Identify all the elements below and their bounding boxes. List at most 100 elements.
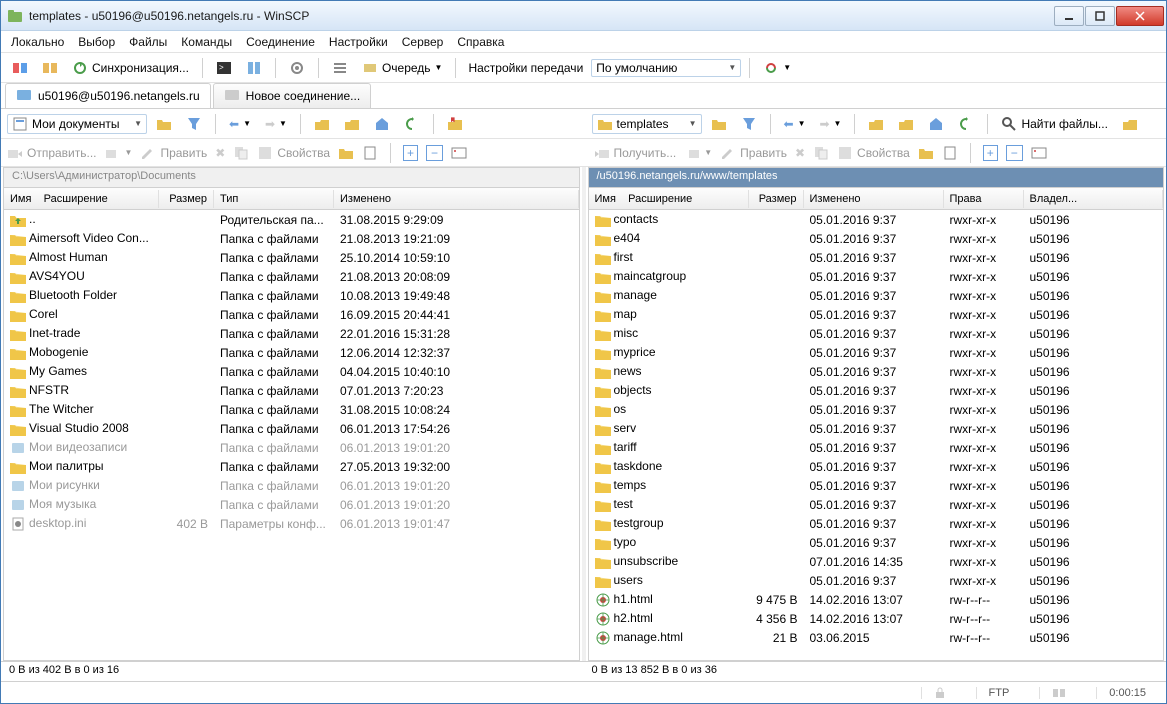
local-dir-combo[interactable]: Мои документы▼ bbox=[7, 114, 147, 134]
options-button[interactable] bbox=[284, 57, 310, 79]
new-file-remote-button[interactable] bbox=[942, 145, 958, 161]
send-button[interactable]: Отправить... bbox=[7, 145, 97, 161]
minus-local-button[interactable]: − bbox=[426, 145, 443, 161]
table-row[interactable]: temps05.01.2016 9:37rwxr-xr-xu50196 bbox=[589, 476, 1164, 495]
table-row[interactable]: map05.01.2016 9:37rwxr-xr-xu50196 bbox=[589, 305, 1164, 324]
maximize-button[interactable] bbox=[1085, 6, 1115, 26]
table-row[interactable]: Aimersoft Video Con...Папка с файлами21.… bbox=[4, 229, 579, 248]
terminal-remote-button[interactable] bbox=[1031, 145, 1047, 161]
table-row[interactable]: taskdone05.01.2016 9:37rwxr-xr-xu50196 bbox=[589, 457, 1164, 476]
remote-root-button[interactable] bbox=[893, 113, 919, 135]
table-row[interactable]: AVS4YOUПапка с файлами21.08.2013 20:08:0… bbox=[4, 267, 579, 286]
table-row[interactable]: h2.html4 356 B14.02.2016 13:07rw-r--r--u… bbox=[589, 609, 1164, 628]
table-row[interactable]: objects05.01.2016 9:37rwxr-xr-xu50196 bbox=[589, 381, 1164, 400]
rcol-name[interactable]: Имя bbox=[595, 193, 616, 205]
table-row[interactable]: manage05.01.2016 9:37rwxr-xr-xu50196 bbox=[589, 286, 1164, 305]
rcol-owner[interactable]: Владел... bbox=[1024, 190, 1164, 208]
find-files-button[interactable]: Найти файлы... bbox=[996, 113, 1112, 135]
col-changed[interactable]: Изменено bbox=[334, 190, 579, 208]
table-row[interactable]: CorelПапка с файлами16.09.2015 20:44:41 bbox=[4, 305, 579, 324]
table-row[interactable]: contacts05.01.2016 9:37rwxr-xr-xu50196 bbox=[589, 210, 1164, 229]
remote-refresh-button[interactable] bbox=[953, 113, 979, 135]
props-remote-button[interactable]: Свойства bbox=[837, 145, 910, 161]
minus-remote-button[interactable]: − bbox=[1006, 145, 1023, 161]
table-row[interactable]: desktop.ini402 BПараметры конф...06.01.2… bbox=[4, 514, 579, 533]
session-tab[interactable]: u50196@u50196.netangels.ru bbox=[5, 83, 211, 108]
local-back-button[interactable]: ⬅ ▼ bbox=[224, 114, 256, 134]
table-row[interactable]: Inet-tradeПапка с файлами22.01.2016 15:3… bbox=[4, 324, 579, 343]
menu-Настройки[interactable]: Настройки bbox=[329, 35, 388, 49]
synchronize-button[interactable]: Синхронизация... bbox=[67, 57, 194, 79]
new-folder-remote-button[interactable] bbox=[918, 145, 934, 161]
close-button[interactable] bbox=[1116, 6, 1164, 26]
table-row[interactable]: misc05.01.2016 9:37rwxr-xr-xu50196 bbox=[589, 324, 1164, 343]
table-row[interactable]: unsubscribe07.01.2016 14:35rwxr-xr-xu501… bbox=[589, 552, 1164, 571]
table-row[interactable]: MobogenieПапка с файлами12.06.2014 12:32… bbox=[4, 343, 579, 362]
menu-Файлы[interactable]: Файлы bbox=[129, 35, 167, 49]
local-bookmark-button[interactable] bbox=[442, 113, 468, 135]
plus-remote-button[interactable]: + bbox=[983, 145, 998, 161]
delete-remote-button[interactable]: ✖ bbox=[795, 146, 805, 160]
table-row[interactable]: Мои палитрыПапка с файлами27.05.2013 19:… bbox=[4, 457, 579, 476]
rcol-changed[interactable]: Изменено bbox=[804, 190, 944, 208]
queue-list-button[interactable] bbox=[327, 57, 353, 79]
table-row[interactable]: news05.01.2016 9:37rwxr-xr-xu50196 bbox=[589, 362, 1164, 381]
table-row[interactable]: Моя музыкаПапка с файлами06.01.2013 19:0… bbox=[4, 495, 579, 514]
remote-file-list[interactable]: Имя Расширение Размер Изменено Права Вла… bbox=[589, 188, 1164, 660]
terminal-local-button[interactable] bbox=[451, 145, 467, 161]
rcol-ext[interactable]: Расширение bbox=[628, 193, 692, 205]
edit-remote-button[interactable]: Править bbox=[720, 145, 787, 161]
menu-Локально[interactable]: Локально bbox=[11, 35, 64, 49]
table-row[interactable]: test05.01.2016 9:37rwxr-xr-xu50196 bbox=[589, 495, 1164, 514]
menu-Сервер[interactable]: Сервер bbox=[402, 35, 444, 49]
new-session-tab[interactable]: Новое соединение... bbox=[213, 83, 372, 108]
table-row[interactable]: manage.html21 B03.06.2015rw-r--r--u50196 bbox=[589, 628, 1164, 647]
commander-button[interactable] bbox=[241, 57, 267, 79]
local-dup-button[interactable] bbox=[233, 145, 249, 161]
local-filter-button[interactable] bbox=[181, 113, 207, 135]
local-refresh-button[interactable] bbox=[399, 113, 425, 135]
edit-local-button[interactable]: Править bbox=[140, 145, 207, 161]
table-row[interactable]: My GamesПапка с файлами04.04.2015 10:40:… bbox=[4, 362, 579, 381]
col-ext[interactable]: Расширение bbox=[44, 193, 108, 205]
menu-Команды[interactable]: Команды bbox=[181, 35, 232, 49]
col-size[interactable]: Размер bbox=[159, 190, 214, 208]
local-file-list[interactable]: Имя Расширение Размер Тип Изменено ..Род… bbox=[4, 188, 579, 660]
local-home-button[interactable] bbox=[369, 113, 395, 135]
remote-up-button[interactable] bbox=[863, 113, 889, 135]
pane-splitter[interactable] bbox=[582, 167, 586, 661]
table-row[interactable]: os05.01.2016 9:37rwxr-xr-xu50196 bbox=[589, 400, 1164, 419]
transfer-preset-combo[interactable]: По умолчанию▼ bbox=[591, 59, 741, 77]
table-row[interactable]: serv05.01.2016 9:37rwxr-xr-xu50196 bbox=[589, 419, 1164, 438]
props-local-button[interactable]: Свойства bbox=[257, 145, 330, 161]
remote-bookmark-button[interactable] bbox=[1117, 113, 1143, 135]
queue-button[interactable]: Очередь ▼ bbox=[357, 57, 448, 79]
table-row[interactable]: Мои видеозаписиПапка с файлами06.01.2013… bbox=[4, 438, 579, 457]
local-open-button[interactable] bbox=[151, 113, 177, 135]
plus-local-button[interactable]: + bbox=[403, 145, 418, 161]
table-row[interactable]: testgroup05.01.2016 9:37rwxr-xr-xu50196 bbox=[589, 514, 1164, 533]
col-type[interactable]: Тип bbox=[214, 190, 334, 208]
get-button[interactable]: Получить... bbox=[594, 145, 677, 161]
menu-Справка[interactable]: Справка bbox=[457, 35, 504, 49]
table-row[interactable]: typo05.01.2016 9:37rwxr-xr-xu50196 bbox=[589, 533, 1164, 552]
new-file-local-button[interactable] bbox=[362, 145, 378, 161]
delete-local-button[interactable]: ✖ bbox=[215, 146, 225, 160]
reconnect-button[interactable]: ▼ bbox=[758, 57, 796, 79]
console-button[interactable]: > bbox=[211, 57, 237, 79]
remote-back-button[interactable]: ⬅ ▼ bbox=[779, 114, 811, 134]
table-row[interactable]: Мои рисункиПапка с файлами06.01.2013 19:… bbox=[4, 476, 579, 495]
remote-forward-button[interactable]: ➡ ▼ bbox=[814, 114, 846, 134]
table-row[interactable]: tariff05.01.2016 9:37rwxr-xr-xu50196 bbox=[589, 438, 1164, 457]
table-row[interactable]: myprice05.01.2016 9:37rwxr-xr-xu50196 bbox=[589, 343, 1164, 362]
table-row[interactable]: Visual Studio 2008Папка с файлами06.01.2… bbox=[4, 419, 579, 438]
table-row[interactable]: first05.01.2016 9:37rwxr-xr-xu50196 bbox=[589, 248, 1164, 267]
remote-filter-button[interactable] bbox=[736, 113, 762, 135]
remote-dir-combo[interactable]: templates▼ bbox=[592, 114, 702, 134]
sync-browse-button[interactable] bbox=[37, 57, 63, 79]
remote-open-button[interactable] bbox=[706, 113, 732, 135]
get-menu-button[interactable]: ▼ bbox=[684, 145, 712, 161]
table-row[interactable]: NFSTRПапка с файлами07.01.2013 7:20:23 bbox=[4, 381, 579, 400]
table-row[interactable]: Bluetooth FolderПапка с файлами10.08.201… bbox=[4, 286, 579, 305]
rcol-rights[interactable]: Права bbox=[944, 190, 1024, 208]
